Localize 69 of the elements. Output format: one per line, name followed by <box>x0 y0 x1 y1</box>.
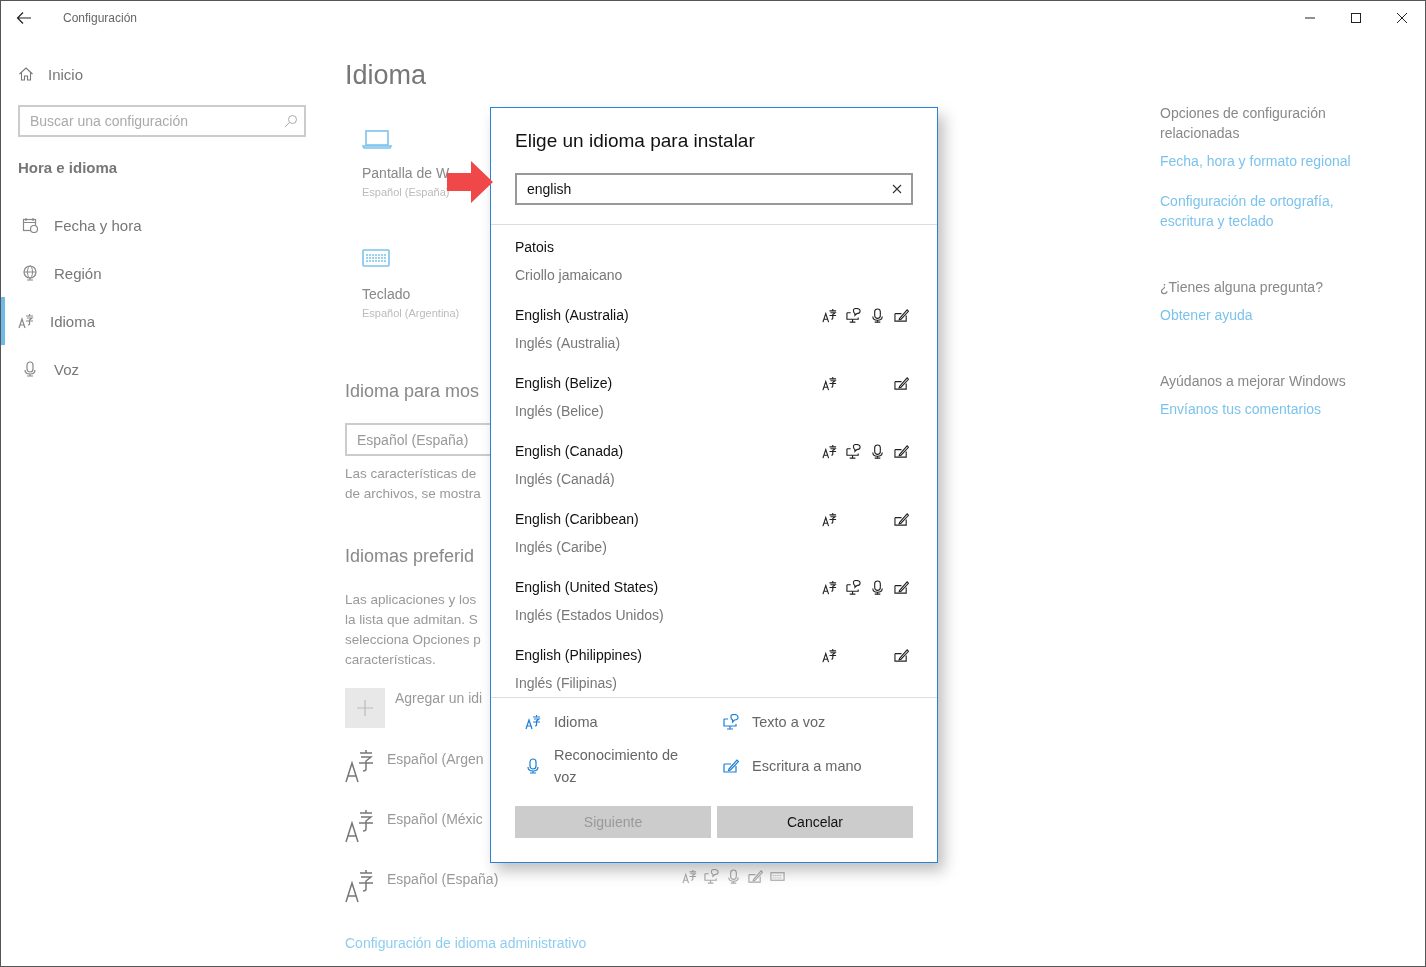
native-name: Inglés (Belice) <box>515 402 605 421</box>
window-title: Configuración <box>63 11 139 25</box>
sidebar-item-label: Región <box>54 264 102 282</box>
language-icon <box>345 809 373 843</box>
native-name: Inglés (Australia) <box>515 334 622 353</box>
search-icon <box>284 114 298 128</box>
dialog-title: Elige un idioma para instalar <box>515 129 756 153</box>
native-name: Criollo jamaicano <box>515 266 624 285</box>
language-name[interactable]: English (Canada) <box>515 443 817 459</box>
close-icon <box>892 184 902 194</box>
language-icon <box>525 714 541 730</box>
language-icon <box>345 749 373 783</box>
card-title[interactable]: Pantalla de W <box>362 165 450 181</box>
home-link[interactable]: Inicio <box>18 57 306 91</box>
laptop-icon <box>362 129 392 150</box>
legend-label: Idioma <box>554 713 599 732</box>
language-name[interactable]: English (Belize) <box>515 375 817 391</box>
card-subtitle: Español (España) <box>362 186 450 198</box>
description-text: Las aplicaciones y los la lista que admitan. S selecciona Opciones p características. <box>345 591 481 669</box>
globe-icon <box>22 265 38 281</box>
plus-icon <box>356 699 374 717</box>
section-heading: Idiomas preferid <box>345 546 475 567</box>
language-name[interactable]: English (Caribbean) <box>515 511 817 527</box>
close-icon <box>1396 12 1408 24</box>
sidebar-item[interactable]: Región <box>1 249 306 297</box>
related-heading: ¿Tienes alguna pregunta? <box>1160 278 1324 297</box>
pen-icon <box>723 758 739 774</box>
native-name: Inglés (Caribe) <box>515 538 608 557</box>
maximize-icon <box>1350 12 1362 24</box>
search-field[interactable]: Buscar una configuración <box>18 105 306 137</box>
language-icon <box>345 869 373 903</box>
card-title[interactable]: Teclado <box>362 286 411 302</box>
language-name[interactable]: English (United States) <box>515 579 817 595</box>
native-name: Inglés (Filipinas) <box>515 674 618 693</box>
sidebar-item-label: Idioma <box>50 312 96 330</box>
legend-label: Escritura a mano <box>752 757 863 776</box>
add-language-label[interactable]: Agregar un idi <box>395 690 483 706</box>
sidebar-item-label: Fecha y hora <box>54 216 142 234</box>
section-heading: Idioma para mos <box>345 381 480 402</box>
back-arrow-icon <box>16 11 32 25</box>
native-name: Inglés (Estados Unidos) <box>515 606 665 625</box>
preferred-language[interactable]: Español (España) <box>387 871 668 887</box>
search-field[interactable]: english <box>515 173 913 205</box>
calendar-clock-icon <box>22 217 38 233</box>
microphone-icon <box>22 361 38 377</box>
related-heading: Ayúdanos a mejorar Windows <box>1160 372 1347 391</box>
sidebar-item-label: Voz <box>54 360 80 378</box>
legend-label: Texto a voz <box>752 713 827 732</box>
home-label: Inicio <box>48 65 84 83</box>
language-name[interactable]: English (Philippines) <box>515 647 817 663</box>
section-heading: Hora e idioma <box>18 159 119 176</box>
related-heading: Opciones de configuración relacionadas <box>1160 104 1327 143</box>
sidebar-item[interactable]: Voz <box>1 345 306 393</box>
description-text: Las características de de archivos, se mostra <box>345 465 481 503</box>
sidebar-item[interactable]: Idioma <box>1 297 306 345</box>
keyboard-icon <box>362 248 392 269</box>
native-name: Inglés (Canadá) <box>515 470 616 489</box>
pointer-arrow <box>447 161 493 203</box>
language-icon <box>18 313 34 329</box>
sidebar-item[interactable]: Fecha y hora <box>1 201 306 249</box>
cancel-button[interactable]: Cancelar <box>717 806 913 838</box>
card-subtitle: Español (Argentina) <box>362 307 460 319</box>
language-name[interactable]: English (Australia) <box>515 307 817 323</box>
speech-monitor-icon <box>723 714 739 730</box>
legend-label: Reconocimiento de voz <box>554 746 680 787</box>
page-title: Idioma <box>345 59 427 92</box>
home-icon <box>18 66 34 82</box>
microphone-icon <box>525 758 541 774</box>
language-name[interactable]: Patois <box>515 239 817 255</box>
